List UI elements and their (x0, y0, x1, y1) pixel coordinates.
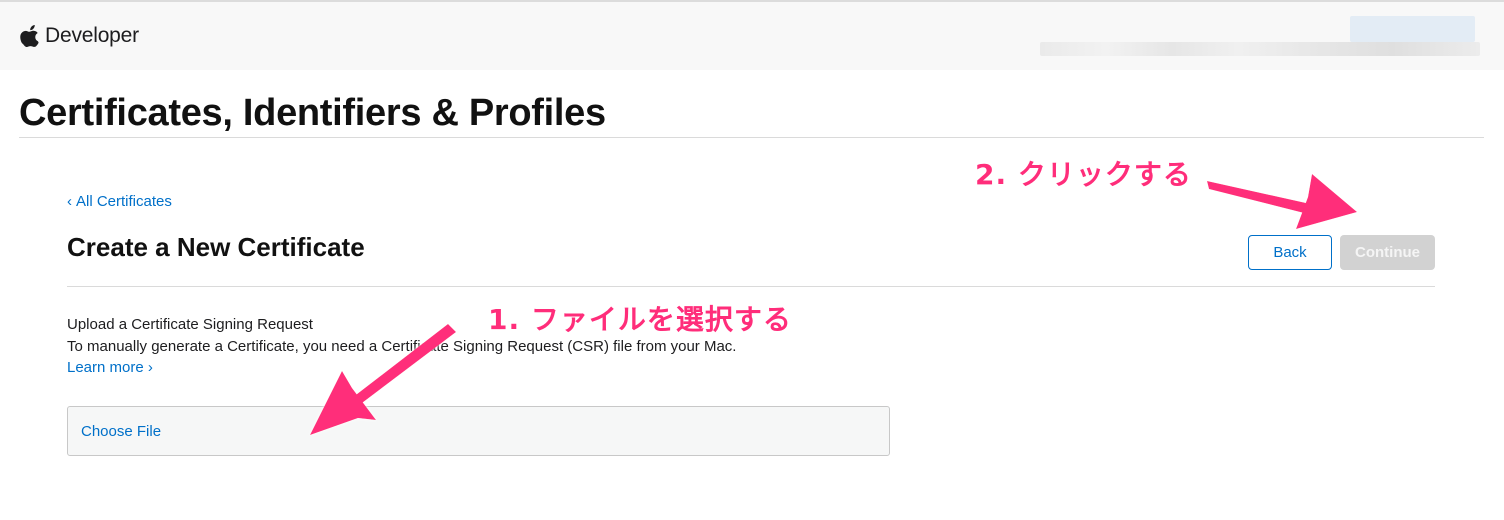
continue-button[interactable]: Continue (1340, 235, 1435, 270)
arrow-2-head (1296, 174, 1357, 229)
blurred-account-detail (1040, 42, 1480, 56)
annotation-step-2: 2. クリックする (975, 158, 1192, 191)
global-header: Developer (0, 0, 1504, 70)
blurred-account-name (1350, 16, 1475, 42)
title-divider (19, 137, 1484, 138)
annotation-step-1: 1. ファイルを選択する (488, 303, 792, 336)
account-menu[interactable] (1040, 14, 1480, 62)
developer-brand-link[interactable]: Developer (20, 24, 139, 48)
upload-description: To manually generate a Certificate, you … (67, 338, 737, 355)
choose-file-button[interactable]: Choose File (81, 423, 161, 440)
brand-label: Developer (45, 24, 139, 47)
arrow-1-shaft (348, 324, 456, 409)
arrow-to-continue (1207, 174, 1357, 229)
upload-heading: Upload a Certificate Signing Request (67, 316, 313, 333)
arrow-2-shaft (1207, 181, 1306, 213)
section-title: Create a New Certificate (67, 232, 365, 262)
chevron-left-icon: ‹ (67, 193, 72, 210)
all-certificates-link[interactable]: ‹ All Certificates (67, 193, 172, 210)
back-link-label: All Certificates (76, 193, 172, 210)
back-button[interactable]: Back (1248, 235, 1332, 270)
section-divider (67, 286, 1435, 287)
file-upload-box[interactable]: Choose File (67, 406, 890, 456)
page-title: Certificates, Identifiers & Profiles (19, 92, 606, 134)
learn-more-link[interactable]: Learn more › (67, 359, 153, 376)
apple-logo-icon (20, 25, 39, 47)
